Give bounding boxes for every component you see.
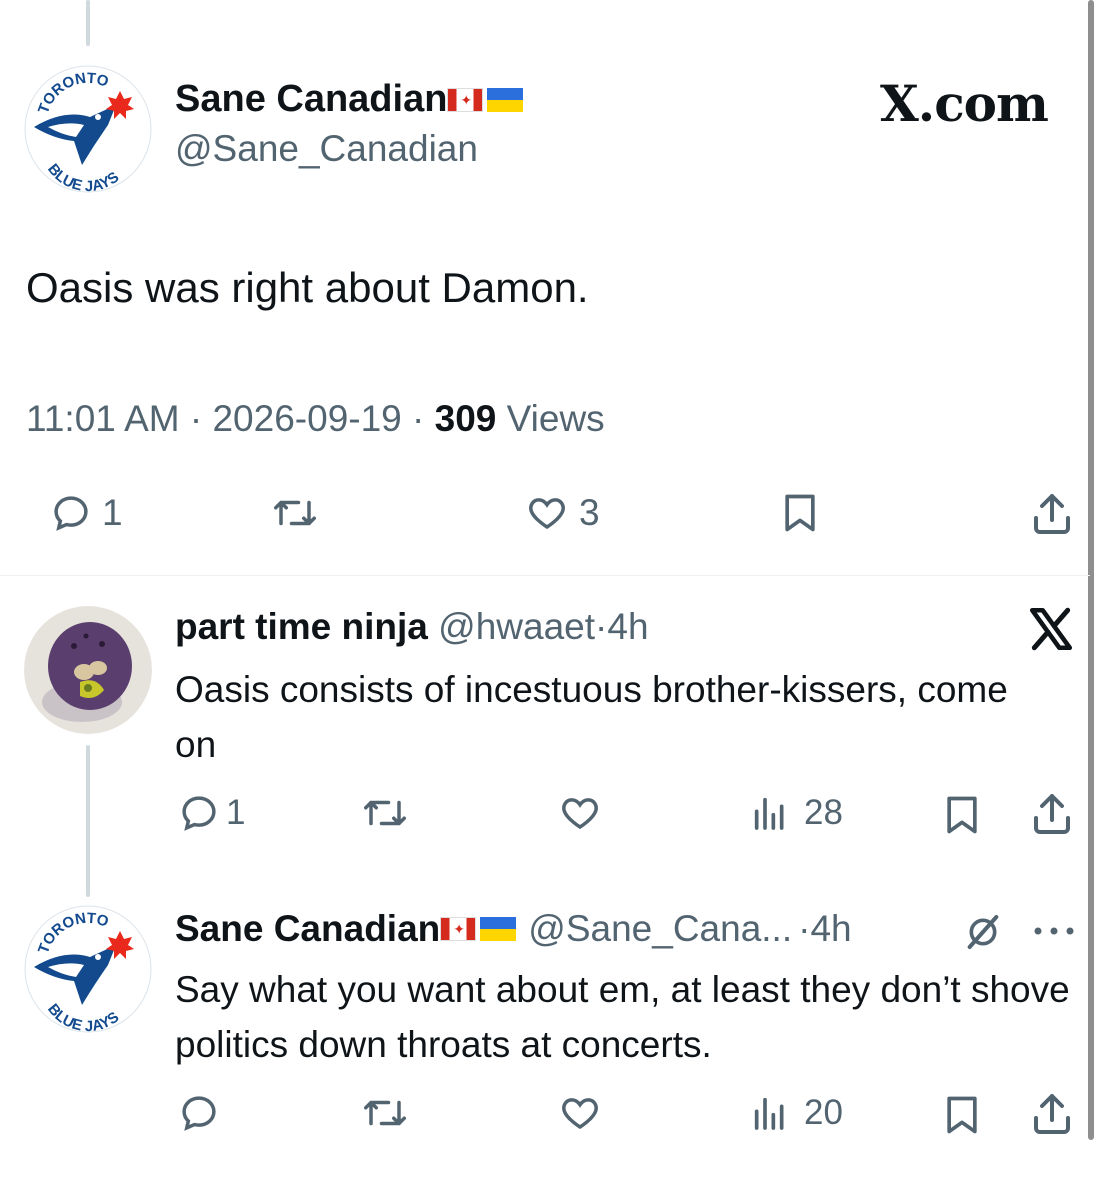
- blue-jays-logo-icon: TORONTO BLUE JAYS: [24, 65, 152, 193]
- main-like-button[interactable]: 3: [525, 492, 600, 534]
- canada-flag-icon: [440, 917, 477, 941]
- share-icon: [1034, 794, 1070, 834]
- reply2-handle[interactable]: @Sane_Cana...: [528, 908, 792, 950]
- ninja-avatar-icon: [24, 606, 152, 734]
- share-icon: [1034, 494, 1070, 534]
- main-tweet-text: Oasis was right about Damon.: [26, 264, 589, 311]
- reply1-retweet-button[interactable]: [362, 792, 408, 834]
- site-logo[interactable]: X.com: [880, 74, 1049, 133]
- retweet-icon: [274, 500, 316, 526]
- bookmark-icon: [947, 1096, 977, 1134]
- ukraine-flag-icon: [487, 87, 524, 112]
- reply1-age[interactable]: 4h: [607, 606, 648, 647]
- reply1-like-button[interactable]: [558, 792, 602, 834]
- views-icon: [754, 1097, 784, 1130]
- main-like-count: 3: [579, 492, 600, 533]
- reply-icon: [182, 1096, 216, 1131]
- views-icon: [754, 797, 784, 830]
- more-options-icon[interactable]: [1032, 924, 1076, 942]
- thread-line-top: [86, 0, 90, 46]
- heart-icon: [529, 498, 565, 530]
- bookmark-icon: [785, 494, 815, 532]
- reply1-bookmark-button[interactable]: [940, 792, 984, 838]
- reply2-header: Sane Canadian @Sane_Cana...·4h: [175, 908, 852, 950]
- main-display-name[interactable]: Sane Canadian: [175, 78, 524, 121]
- grok-icon[interactable]: [962, 912, 1004, 957]
- main-tweet-date[interactable]: 2026-09-19: [212, 398, 401, 439]
- reply1-reply-count: 1: [226, 793, 246, 832]
- reply2-views-button[interactable]: 20: [750, 1092, 843, 1134]
- reply-icon: [182, 796, 216, 831]
- scrollbar[interactable]: [1088, 0, 1094, 1140]
- heart-icon: [562, 798, 598, 830]
- bookmark-icon: [947, 796, 977, 834]
- blue-jays-logo-icon: TORONTO BLUE JAYS: [24, 905, 152, 1033]
- main-handle[interactable]: @Sane_Canadian: [175, 128, 478, 170]
- reply1-handle[interactable]: @hwaaet: [438, 606, 595, 647]
- main-tweet-time[interactable]: 11:01 AM: [26, 398, 180, 439]
- reply1-views-count: 28: [804, 793, 843, 832]
- reply2-share-button[interactable]: [1028, 1090, 1076, 1138]
- avatar-part-time-ninja[interactable]: [24, 606, 152, 734]
- reply1-text: Oasis consists of incestuous brother-kis…: [175, 669, 1008, 765]
- x-logo-icon[interactable]: [1026, 604, 1076, 659]
- ukraine-flag-icon: [480, 917, 517, 941]
- retweet-icon: [364, 1100, 406, 1126]
- main-share-button[interactable]: [1028, 490, 1076, 538]
- main-reply-button[interactable]: 1: [50, 492, 123, 534]
- heart-icon: [562, 1098, 598, 1130]
- retweet-icon: [364, 800, 406, 826]
- reply2-views-count: 20: [804, 1093, 843, 1132]
- thread-line-reply: [86, 745, 90, 897]
- reply2-bookmark-button[interactable]: [940, 1092, 984, 1138]
- reply1-share-button[interactable]: [1028, 790, 1076, 838]
- canada-flag-icon: [447, 87, 484, 112]
- main-retweet-button[interactable]: [272, 492, 318, 534]
- avatar-sane-canadian[interactable]: TORONTO BLUE JAYS: [24, 65, 152, 193]
- reply1-reply-button[interactable]: 1: [178, 792, 245, 834]
- meta-separator: ·: [189, 398, 203, 439]
- reply-icon: [54, 496, 88, 531]
- reply2-reply-button[interactable]: [178, 1092, 220, 1134]
- divider: [0, 575, 1090, 576]
- reply2-separator: ·: [798, 908, 811, 949]
- reply1-header: part time ninja @hwaaet·4h: [175, 606, 649, 648]
- reply2-display-name[interactable]: Sane Canadian: [175, 908, 440, 950]
- meta-separator: ·: [412, 398, 425, 439]
- reply2-age[interactable]: 4h: [810, 908, 851, 950]
- main-display-name-text: Sane Canadian: [175, 78, 448, 120]
- main-tweet-meta: 11:01 AM · 2026-09-19 · 309 Views: [26, 398, 605, 440]
- reply1-display-name[interactable]: part time ninja: [175, 606, 428, 647]
- reply2-like-button[interactable]: [558, 1092, 602, 1134]
- main-reply-count: 1: [102, 492, 123, 533]
- avatar-sane-canadian-reply[interactable]: TORONTO BLUE JAYS: [24, 905, 152, 1033]
- share-icon: [1034, 1094, 1070, 1134]
- main-bookmark-button[interactable]: [778, 490, 822, 536]
- reply1-separator: ·: [595, 606, 608, 647]
- main-tweet-views-label: Views: [506, 398, 605, 439]
- main-tweet-views-count: 309: [434, 398, 497, 439]
- reply1-views-button[interactable]: 28: [750, 792, 843, 834]
- reply2-retweet-button[interactable]: [362, 1092, 408, 1134]
- reply2-text: Say what you want about em, at least the…: [175, 969, 1070, 1065]
